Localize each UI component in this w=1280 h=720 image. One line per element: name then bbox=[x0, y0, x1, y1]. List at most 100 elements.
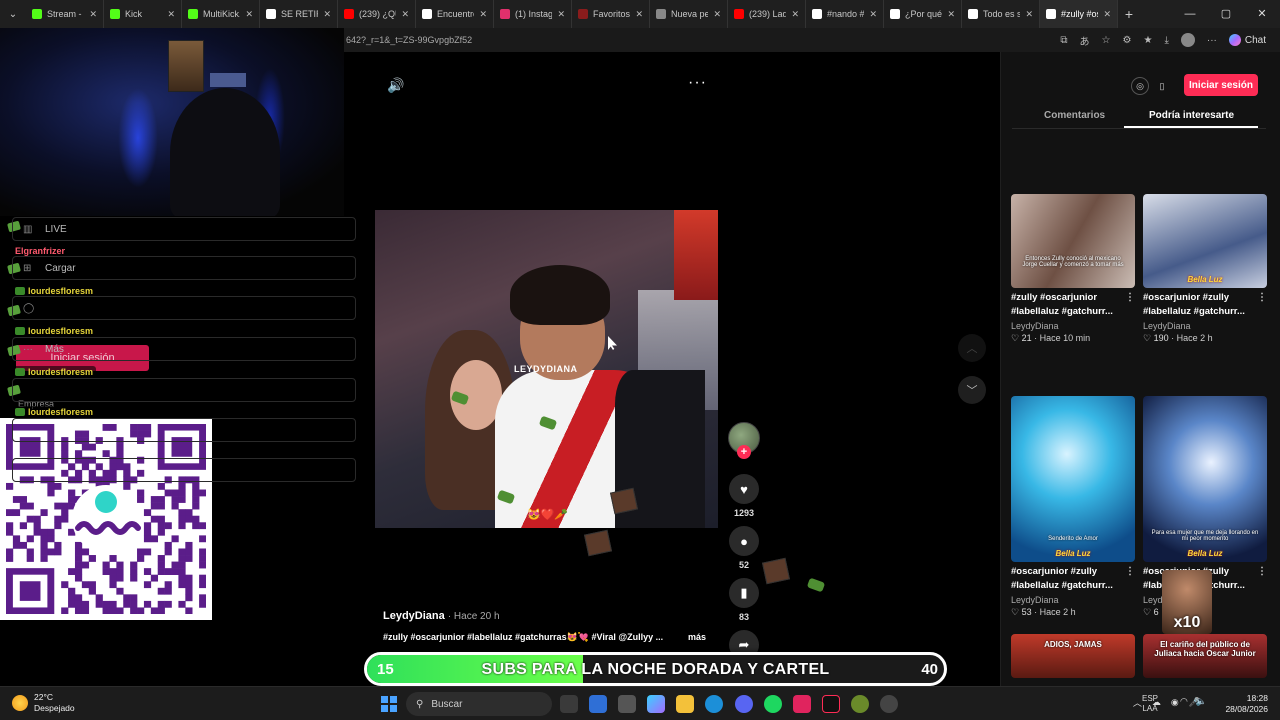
browser-tab[interactable]: ¿Por qué Z ✕ bbox=[884, 0, 962, 28]
tab-comments[interactable]: Comentarios bbox=[1044, 110, 1105, 121]
task-view-icon[interactable] bbox=[560, 695, 578, 713]
tiktok-icon[interactable] bbox=[822, 695, 840, 713]
sidebar-item[interactable]: ··· Más bbox=[12, 337, 356, 361]
translate-icon[interactable]: あ bbox=[1080, 33, 1090, 48]
address-bar[interactable]: 642?_r=1&_t=ZS-99GvpgbZf52 ⧉ あ ☆ ⚙ ★ ⤓ ·… bbox=[344, 28, 1280, 52]
suggested-video-card[interactable]: Entonces Zully conoció al mexicano Jorge… bbox=[1011, 194, 1135, 344]
card-author[interactable]: LeydyDiana bbox=[1011, 321, 1135, 331]
url-text[interactable]: 642?_r=1&_t=ZS-99GvpgbZf52 bbox=[344, 35, 1060, 45]
tab-close-icon[interactable]: ✕ bbox=[791, 9, 799, 20]
card-author[interactable]: LeydyDiana bbox=[1011, 595, 1135, 605]
video-thumbnail[interactable]: Senderito de Amor Bella Luz bbox=[1011, 396, 1135, 562]
card-author[interactable]: LeydyDiana bbox=[1143, 321, 1267, 331]
tab-close-icon[interactable]: ✕ bbox=[1025, 9, 1033, 20]
language-indicator[interactable]: ESP LAA bbox=[1142, 694, 1158, 714]
discord-icon[interactable] bbox=[735, 695, 753, 713]
edge-browser-icon[interactable] bbox=[705, 695, 723, 713]
suggested-video-card[interactable]: Bella Luz #oscarjunior #zully #labellaluz… bbox=[1143, 194, 1267, 344]
copilot-chat-button[interactable]: Chat bbox=[1228, 34, 1266, 46]
tab-close-icon[interactable]: ✕ bbox=[245, 9, 253, 20]
notes-app-icon[interactable] bbox=[589, 695, 607, 713]
suggested-video-card[interactable]: El cariño del público de Juliaca hacia O… bbox=[1143, 634, 1267, 678]
tab-search-icon[interactable]: ⌄ bbox=[0, 0, 26, 28]
tab-close-icon[interactable]: ✕ bbox=[713, 9, 721, 20]
card-more-icon[interactable]: ⋮ bbox=[1125, 565, 1135, 579]
browser-tab[interactable]: Nueva pes ✕ bbox=[650, 0, 728, 28]
device-icon[interactable]: ▯ bbox=[1153, 77, 1171, 95]
card-more-icon[interactable]: ⋮ bbox=[1257, 565, 1267, 579]
card-title[interactable]: #zully #oscarjunior #labellaluz #gatchur… bbox=[1011, 291, 1135, 319]
card-title[interactable]: #oscarjunior #zully #labellaluz #gatchur… bbox=[1011, 565, 1135, 593]
copilot-app-icon[interactable] bbox=[647, 695, 665, 713]
browser-tab[interactable]: MultiKick.a ✕ bbox=[182, 0, 260, 28]
network-volume-battery[interactable]: ◠ 🔈 bbox=[1180, 696, 1207, 707]
tab-close-icon[interactable]: ✕ bbox=[167, 9, 175, 20]
login-button[interactable]: Iniciar sesión bbox=[1184, 74, 1258, 96]
browser-tab[interactable]: Favoritos ✕ bbox=[572, 0, 650, 28]
sidebar-item[interactable]: ▥ LIVE bbox=[12, 217, 356, 241]
video-thumbnail[interactable]: El cariño del público de Juliaca hacia O… bbox=[1143, 634, 1267, 678]
new-tab-icon[interactable]: + bbox=[1118, 6, 1140, 22]
windows-start-icon[interactable] bbox=[381, 696, 397, 712]
minimize-icon[interactable]: — bbox=[1172, 0, 1208, 28]
tab-close-icon[interactable]: ✕ bbox=[89, 9, 97, 20]
save-button[interactable]: ▮ bbox=[729, 578, 759, 608]
card-more-icon[interactable]: ⋮ bbox=[1257, 291, 1267, 305]
downloads-icon[interactable]: ⤓ bbox=[1164, 35, 1168, 46]
sidebar-item[interactable]: ◯ bbox=[12, 296, 356, 320]
tab-close-icon[interactable]: ✕ bbox=[401, 9, 409, 20]
profile-avatar[interactable] bbox=[1180, 33, 1195, 47]
browser-tab[interactable]: (1) Instagra ✕ bbox=[494, 0, 572, 28]
tab-close-icon[interactable]: ✕ bbox=[1103, 9, 1111, 20]
next-video-button[interactable]: ﹀ bbox=[958, 376, 986, 404]
suggested-video-card[interactable]: ADIOS, JAMAS bbox=[1011, 634, 1135, 678]
close-window-icon[interactable]: ✕ bbox=[1244, 0, 1280, 28]
clock[interactable]: 18:28 28/08/2026 bbox=[1225, 693, 1268, 715]
video-author[interactable]: LeydyDiana · Hace 20 h bbox=[383, 610, 500, 622]
browser-tab[interactable]: Todo es sh ✕ bbox=[962, 0, 1040, 28]
comment-button[interactable]: ● bbox=[729, 526, 759, 556]
volume-icon[interactable]: 🔊 bbox=[387, 77, 404, 94]
file-explorer-icon[interactable] bbox=[676, 695, 694, 713]
obs-icon[interactable] bbox=[880, 695, 898, 713]
card-title[interactable]: #oscarjunior #zully #labellaluz #gatchur… bbox=[1143, 291, 1267, 319]
app-icon[interactable] bbox=[851, 695, 869, 713]
browser-tab[interactable]: (239) ¿QUI ✕ bbox=[338, 0, 416, 28]
video-thumbnail[interactable]: Para esa mujer que me deja llorando en m… bbox=[1143, 396, 1267, 562]
browser-tab[interactable]: Encuentro ✕ bbox=[416, 0, 494, 28]
browser-tab[interactable]: Kick ✕ bbox=[104, 0, 182, 28]
browser-tab[interactable]: Stream - Ki ✕ bbox=[26, 0, 104, 28]
settings-more-icon[interactable]: ··· bbox=[1207, 35, 1217, 46]
sidebar-item[interactable] bbox=[12, 418, 356, 442]
tray-app-icon[interactable]: ◉ bbox=[1171, 697, 1179, 708]
tab-close-icon[interactable]: ✕ bbox=[869, 9, 877, 20]
tab-close-icon[interactable]: ✕ bbox=[323, 9, 331, 20]
browser-tab[interactable]: #nando # ✕ bbox=[806, 0, 884, 28]
tab-close-icon[interactable]: ✕ bbox=[635, 9, 643, 20]
maximize-icon[interactable]: ▢ bbox=[1208, 0, 1244, 28]
sidebar-item[interactable] bbox=[12, 458, 356, 482]
sidebar-item[interactable]: ⊞ Cargar bbox=[12, 256, 356, 280]
weather-widget[interactable]: 22°C Despejado bbox=[12, 692, 75, 714]
explore-icon[interactable]: ◎ bbox=[1131, 77, 1149, 95]
tray-chevron-icon[interactable]: ︿ bbox=[1133, 696, 1142, 709]
tab-close-icon[interactable]: ✕ bbox=[479, 9, 487, 20]
caption-more-link[interactable]: más bbox=[688, 632, 706, 642]
spotify-icon[interactable] bbox=[764, 695, 782, 713]
extensions-icon[interactable]: ⚙ bbox=[1123, 35, 1132, 46]
tab-suggested[interactable]: Podría interesarte bbox=[1149, 110, 1234, 121]
sidebar-item[interactable] bbox=[12, 378, 356, 402]
browser-tab[interactable]: SE RETIRA ✕ bbox=[260, 0, 338, 28]
tab-close-icon[interactable]: ✕ bbox=[947, 9, 955, 20]
tab-close-icon[interactable]: ✕ bbox=[557, 9, 565, 20]
author-name[interactable]: LeydyDiana bbox=[383, 610, 445, 622]
video-thumbnail[interactable]: Bella Luz bbox=[1143, 194, 1267, 288]
follow-plus-icon[interactable]: + bbox=[737, 445, 751, 459]
favorite-star-icon[interactable]: ☆ bbox=[1102, 35, 1111, 46]
store-icon[interactable] bbox=[618, 695, 636, 713]
video-frame[interactable]: LEYDYDIANA 😻❤️🥕 bbox=[375, 210, 718, 528]
browser-tab[interactable]: (239) Lady ✕ bbox=[728, 0, 806, 28]
video-thumbnail[interactable]: ADIOS, JAMAS bbox=[1011, 634, 1135, 678]
taskbar-search[interactable]: ⚲ Buscar bbox=[406, 692, 552, 716]
app-icon[interactable] bbox=[793, 695, 811, 713]
